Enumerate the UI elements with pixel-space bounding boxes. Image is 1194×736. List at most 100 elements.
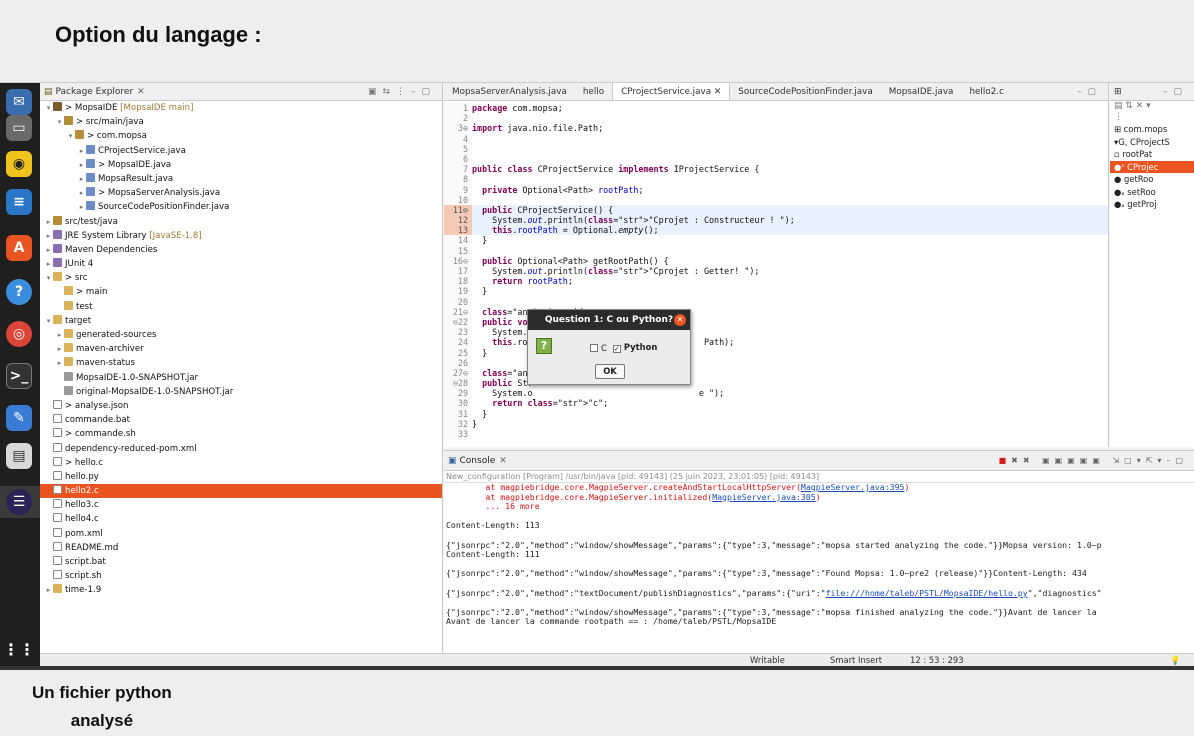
help-icon[interactable]: ?: [6, 279, 32, 305]
tree-item-label: target: [65, 315, 92, 326]
text-editor-icon[interactable]: ✎: [6, 405, 32, 431]
tree-item[interactable]: ▸ CProjectService.java: [40, 144, 442, 158]
expand-toggle-icon[interactable]: ▸: [77, 186, 86, 200]
tree-item[interactable]: ▸ time-1.9: [40, 583, 442, 597]
expand-toggle-icon[interactable]: ▸: [44, 243, 53, 257]
package-explorer-tab[interactable]: ▤ Package Explorer ✕ ▣⇆⋮–▢: [40, 83, 442, 101]
outline-item[interactable]: ● getRoo: [1110, 173, 1194, 186]
close-icon[interactable]: ✕: [499, 456, 507, 466]
expand-toggle-icon[interactable]: ▸: [55, 328, 64, 342]
files-icon[interactable]: ▭: [6, 115, 32, 141]
tree-item[interactable]: > hello.c: [40, 456, 442, 470]
tree-item[interactable]: ▸ SourceCodePositionFinder.java: [40, 200, 442, 214]
screenshot-tool-icon[interactable]: ▤: [6, 443, 32, 469]
tree-item[interactable]: original-MopsaIDE-1.0-SNAPSHOT.jar: [40, 385, 442, 399]
tree-item[interactable]: > commande.sh: [40, 427, 442, 441]
close-icon[interactable]: ✕: [137, 87, 145, 97]
outline-item[interactable]: ●ₐ getProj: [1110, 198, 1194, 211]
tree-item[interactable]: script.bat: [40, 555, 442, 569]
editor-tab[interactable]: MopsaServerAnalysis.java: [444, 83, 575, 100]
software-center-icon[interactable]: A: [6, 235, 32, 261]
tree-item[interactable]: pom.xml: [40, 527, 442, 541]
expand-toggle-icon[interactable]: ▸: [77, 172, 86, 186]
outline-item[interactable]: ●ₐ setRoo: [1110, 186, 1194, 199]
tree-item[interactable]: ▸ src/test/java: [40, 215, 442, 229]
tree-item[interactable]: ▸ Maven Dependencies: [40, 243, 442, 257]
console-tab-label[interactable]: Console: [460, 456, 496, 466]
tree-item[interactable]: dependency-reduced-pom.xml: [40, 442, 442, 456]
tree-item[interactable]: ▾ target: [40, 314, 442, 328]
expand-toggle-icon[interactable]: ▸: [44, 583, 53, 597]
tip-icon[interactable]: 💡: [1170, 655, 1180, 666]
code-line: 5: [444, 143, 1108, 154]
tree-item[interactable]: ▾ > MopsaIDE [MopsaIDE main]: [40, 101, 442, 115]
tree-item-label: hello.py: [65, 471, 99, 482]
tree-item[interactable]: ▸ maven-archiver: [40, 342, 442, 356]
expand-toggle-icon[interactable]: ▸: [77, 200, 86, 214]
code-line: 33: [444, 429, 1108, 440]
option-python-checkbox[interactable]: ✓ Python: [612, 342, 657, 353]
expand-toggle-icon[interactable]: ▸: [44, 215, 53, 229]
tree-item[interactable]: ▸ generated-sources: [40, 328, 442, 342]
outline-toolbar[interactable]: ▤ ⇅ ✕ ▾ ⋮: [1110, 101, 1194, 123]
tree-item[interactable]: hello4.c: [40, 512, 442, 526]
outline-item[interactable]: ▾G, CProjectS: [1110, 136, 1194, 149]
tree-item[interactable]: ▾ > src: [40, 271, 442, 285]
expand-toggle-icon[interactable]: ▸: [44, 229, 53, 243]
tree-item[interactable]: hello2.c: [40, 484, 442, 499]
expand-toggle-icon[interactable]: ▸: [55, 356, 64, 370]
eclipse-icon[interactable]: ☰: [6, 489, 32, 515]
tree-item[interactable]: ▸ MopsaResult.java: [40, 172, 442, 186]
tree-item[interactable]: ▸ JRE System Library [JavaSE-1.8]: [40, 229, 442, 243]
chrome-icon[interactable]: ◎: [6, 321, 32, 347]
expand-toggle-icon[interactable]: ▸: [55, 342, 64, 356]
tree-item[interactable]: test: [40, 300, 442, 314]
outline-item[interactable]: ⊞ com.mops: [1110, 123, 1194, 136]
editor-tab[interactable]: hello: [575, 83, 612, 100]
dialog-close-icon[interactable]: ✕: [674, 314, 686, 326]
tree-item[interactable]: > main: [40, 285, 442, 299]
console-output[interactable]: at magpiebridge.core.MagpieServer.create…: [444, 483, 1194, 627]
expand-toggle-icon[interactable]: ▸: [77, 158, 86, 172]
tree-item[interactable]: script.sh: [40, 569, 442, 583]
tree-item[interactable]: ▸ maven-status: [40, 356, 442, 370]
console-toolbar[interactable]: ■✖✖ ▣▣▣▣▣ ⇲▢▾⇱▾–▢: [999, 456, 1194, 465]
dialog-title-bar[interactable]: Question 1: C ou Python? ✕: [528, 310, 690, 330]
tree-item[interactable]: > analyse.json: [40, 399, 442, 413]
terminal-icon[interactable]: >_: [6, 363, 32, 389]
tree-item[interactable]: ▸ > MopsaServerAnalysis.java: [40, 186, 442, 200]
expand-toggle-icon[interactable]: ▾: [44, 314, 53, 328]
tree-item[interactable]: commande.bat: [40, 413, 442, 427]
expand-toggle-icon[interactable]: ▾: [55, 115, 64, 129]
tree-item[interactable]: README.md: [40, 541, 442, 555]
editor-tab[interactable]: hello2.c: [961, 83, 1012, 100]
tree-item[interactable]: ▸ > MopsaIDE.java: [40, 158, 442, 172]
outline-tab[interactable]: ⊞ –▢: [1110, 83, 1194, 101]
tree-item[interactable]: hello3.c: [40, 498, 442, 512]
tree-item[interactable]: ▾ > src/main/java: [40, 115, 442, 129]
writer-icon[interactable]: ≡: [6, 189, 32, 215]
thunderbird-icon[interactable]: ✉: [6, 89, 32, 115]
editor-tab[interactable]: MopsaIDE.java: [881, 83, 962, 100]
tree-item[interactable]: MopsaIDE-1.0-SNAPSHOT.jar: [40, 371, 442, 385]
tree-item[interactable]: ▾ > com.mopsa: [40, 129, 442, 143]
expand-toggle-icon[interactable]: ▸: [77, 144, 86, 158]
expand-toggle-icon[interactable]: ▾: [44, 101, 53, 115]
expand-toggle-icon[interactable]: ▾: [66, 129, 75, 143]
option-c-checkbox[interactable]: C: [590, 343, 607, 353]
outline-item[interactable]: ●ˢ CProjec: [1110, 160, 1194, 173]
code-area[interactable]: 1 package com.mopsa; 2 3⊕ import java.nio.fi…: [444, 101, 1108, 440]
view-toolbar-icons[interactable]: ▣⇆⋮–▢: [368, 87, 442, 97]
app-grid-icon[interactable]: ⋮⋮: [3, 636, 35, 662]
tree-item[interactable]: ▸ JUnit 4: [40, 257, 442, 271]
line-number: 7: [444, 164, 472, 175]
editor-tab[interactable]: SourceCodePositionFinder.java: [730, 83, 880, 100]
editor-window-controls[interactable]: –▢: [1077, 87, 1108, 97]
editor-tab[interactable]: CProjectService.java ✕: [612, 83, 731, 100]
outline-item[interactable]: ▫ rootPat: [1110, 148, 1194, 161]
tree-item[interactable]: hello.py: [40, 470, 442, 484]
expand-toggle-icon[interactable]: ▸: [44, 257, 53, 271]
expand-toggle-icon[interactable]: ▾: [44, 271, 53, 285]
rhythmbox-icon[interactable]: ◉: [6, 151, 32, 177]
ok-button[interactable]: OK: [595, 364, 625, 379]
